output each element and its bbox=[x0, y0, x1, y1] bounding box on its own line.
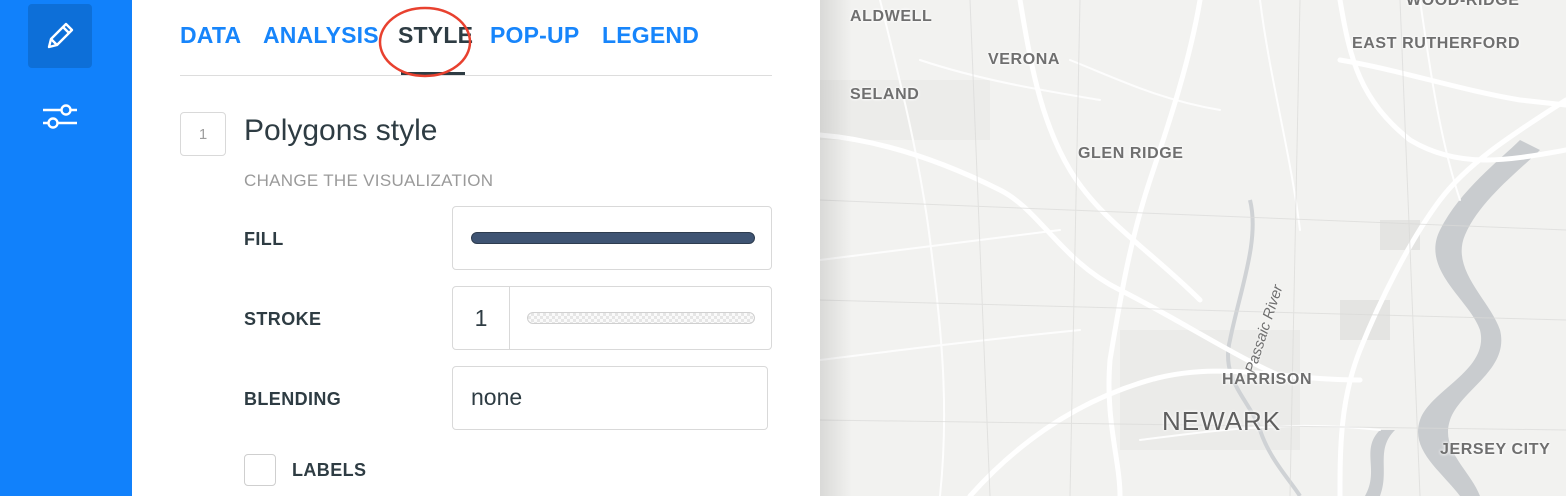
stroke-width-input[interactable]: 1 bbox=[453, 287, 510, 349]
map-label-caldwell: ALDWELL bbox=[850, 8, 933, 25]
fill-label: FILL bbox=[244, 229, 284, 249]
map-label-harrison: HARRISON bbox=[1222, 371, 1313, 388]
blending-label: BLENDING bbox=[244, 389, 342, 409]
labels-checkbox[interactable] bbox=[244, 454, 276, 486]
edit-button[interactable] bbox=[28, 4, 92, 68]
blending-select[interactable]: none bbox=[452, 366, 768, 430]
fill-color-picker[interactable] bbox=[452, 206, 772, 270]
map-label-wood-ridge: WOOD-RIDGE bbox=[1406, 0, 1520, 9]
map-label-glen-ridge: GLEN RIDGE bbox=[1078, 145, 1184, 162]
tab-popup[interactable]: POP-UP bbox=[490, 22, 579, 49]
stroke-label: STROKE bbox=[244, 309, 322, 329]
fill-color-swatch bbox=[471, 232, 755, 244]
sliders-icon bbox=[43, 104, 77, 129]
style-panel: DATA ANALYSIS STYLE POP-UP LEGEND 1 Poly… bbox=[132, 0, 820, 496]
tab-analysis[interactable]: ANALYSIS bbox=[263, 22, 379, 49]
left-rail bbox=[0, 0, 132, 496]
stroke-control: 1 bbox=[452, 286, 772, 350]
tab-legend[interactable]: LEGEND bbox=[602, 22, 699, 49]
map-view[interactable]: ALDWELL WOOD-RIDGE EAST RUTHERFORD VERON… bbox=[820, 0, 1566, 496]
blending-value: none bbox=[471, 384, 523, 410]
pencil-icon bbox=[47, 22, 74, 49]
step-number: 1 bbox=[180, 112, 226, 156]
map-label-jersey-city: JERSEY CITY bbox=[1440, 441, 1551, 458]
tab-data[interactable]: DATA bbox=[180, 22, 241, 49]
map-label-east-rutherford: EAST RUTHERFORD bbox=[1352, 35, 1521, 52]
map-label-verona: VERONA bbox=[988, 51, 1061, 68]
section-subtitle: CHANGE THE VISUALIZATION bbox=[244, 171, 494, 190]
section-title: Polygons style bbox=[244, 114, 438, 147]
tab-style[interactable]: STYLE bbox=[398, 22, 473, 49]
tab-bar: DATA ANALYSIS STYLE POP-UP LEGEND bbox=[180, 0, 772, 76]
active-tab-indicator bbox=[401, 72, 465, 75]
map-label-roseland: SELAND bbox=[850, 86, 920, 103]
labels-checkbox-label: LABELS bbox=[292, 460, 367, 480]
map-label-newark: NEWARK bbox=[1162, 406, 1282, 436]
stroke-color-swatch[interactable] bbox=[527, 312, 755, 324]
filters-button[interactable] bbox=[28, 84, 92, 148]
